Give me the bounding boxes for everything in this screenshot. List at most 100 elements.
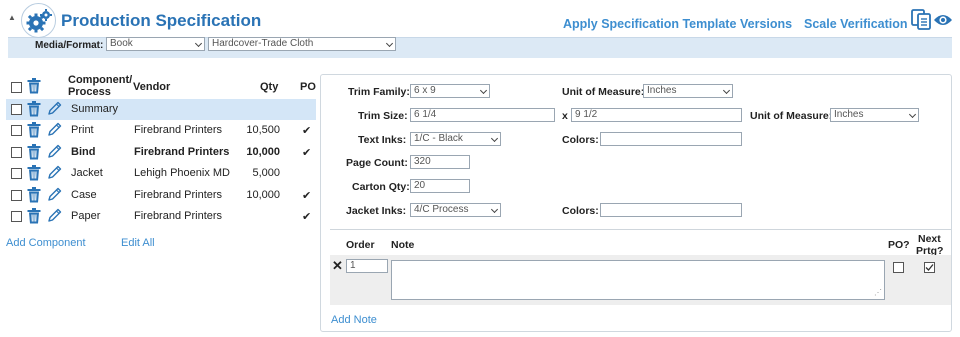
note-po-checkbox[interactable]: [893, 262, 904, 273]
pencil-icon[interactable]: [47, 122, 62, 140]
text-inks-value: 1/C - Black: [414, 133, 463, 144]
select-all-checkbox[interactable]: [11, 82, 22, 93]
pencil-icon[interactable]: [47, 101, 62, 119]
component-name[interactable]: Bind: [71, 146, 95, 158]
column-header-qty: Qty: [260, 81, 279, 93]
row-checkbox[interactable]: [11, 190, 22, 201]
column-header-vendor: Vendor: [133, 81, 171, 93]
component-name[interactable]: Paper: [71, 210, 100, 222]
page-count-label: Page Count:: [346, 157, 408, 169]
unit-of-measure-label: Unit of Measure:: [562, 86, 645, 98]
trim-family-value: 6 x 9: [414, 85, 436, 96]
component-qty: 10,000: [246, 146, 280, 158]
pencil-icon[interactable]: [47, 187, 62, 205]
format-select[interactable]: Hardcover-Trade Cloth: [208, 37, 396, 51]
gears-icon: [21, 3, 56, 38]
po-checkmark-icon: ✔: [302, 147, 312, 159]
add-note-link[interactable]: Add Note: [331, 314, 377, 326]
text-inks-label: Text Inks:: [358, 134, 407, 146]
pencil-icon[interactable]: [47, 165, 62, 183]
chevron-down-icon: [479, 86, 488, 95]
unit-of-measure-2-value: Inches: [834, 109, 864, 120]
media-select[interactable]: Book: [106, 37, 205, 51]
trim-width-input[interactable]: 6 1/4: [410, 108, 555, 122]
copy-document-icon[interactable]: [911, 9, 933, 34]
scale-verification-link[interactable]: Scale Verification: [804, 17, 908, 31]
trash-icon[interactable]: [27, 144, 41, 163]
row-checkbox[interactable]: [11, 125, 22, 136]
component-name[interactable]: Summary: [71, 103, 118, 115]
jacket-inks-value: 4/C Process: [414, 204, 469, 215]
trim-size-label: Trim Size:: [358, 110, 408, 122]
carton-qty-label: Carton Qty:: [352, 181, 410, 193]
eye-icon[interactable]: [933, 13, 953, 30]
trash-icon[interactable]: [27, 187, 41, 206]
chevron-down-icon: [490, 205, 499, 214]
jacket-inks-label: Jacket Inks:: [346, 205, 407, 217]
pencil-icon[interactable]: [47, 144, 62, 162]
collapse-toggle-icon[interactable]: ▲: [8, 13, 16, 22]
chevron-down-icon: [908, 110, 917, 119]
jacket-colors-label: Colors:: [562, 205, 599, 217]
component-qty: 5,000: [252, 167, 280, 179]
row-checkbox[interactable]: [11, 147, 22, 158]
note-textarea[interactable]: ⋰: [391, 260, 885, 300]
media-format-label: Media/Format:: [35, 40, 104, 51]
component-qty: 10,000: [246, 189, 280, 201]
trash-icon[interactable]: [27, 208, 41, 227]
unit-of-measure-2-select[interactable]: Inches: [830, 108, 919, 122]
note-next-prtg-checkbox[interactable]: [924, 262, 935, 273]
vendor-name: Lehigh Phoenix MD: [134, 167, 231, 179]
trim-height-input[interactable]: 9 1/2: [571, 108, 742, 122]
column-header-po: PO: [300, 81, 316, 93]
delete-note-icon[interactable]: ✕: [332, 258, 343, 274]
po-checkmark-icon: ✔: [302, 190, 312, 202]
resize-handle-icon[interactable]: ⋰: [874, 289, 882, 297]
checkmark-icon: [925, 264, 934, 271]
vendor-name: Firebrand Printers: [134, 146, 230, 158]
trim-family-label: Trim Family:: [348, 86, 410, 98]
component-name[interactable]: Jacket: [71, 167, 103, 179]
component-qty: 10,500: [246, 124, 280, 136]
trash-icon[interactable]: [27, 122, 41, 141]
chevron-down-icon: [385, 39, 394, 48]
po-checkmark-icon: ✔: [302, 211, 312, 223]
text-colors-input[interactable]: [600, 132, 742, 146]
vendor-name: Firebrand Printers: [134, 189, 223, 201]
format-select-value: Hardcover-Trade Cloth: [212, 38, 314, 49]
note-order-input[interactable]: 1: [346, 259, 388, 273]
notes-divider: [330, 229, 951, 230]
carton-qty-input[interactable]: 20: [410, 179, 470, 193]
row-checkbox[interactable]: [11, 211, 22, 222]
notes-column-po: PO?: [888, 239, 910, 251]
trash-icon[interactable]: [27, 101, 41, 120]
media-select-value: Book: [110, 38, 133, 49]
trash-icon[interactable]: [27, 165, 41, 184]
page-count-input[interactable]: 320: [410, 155, 470, 169]
versions-link[interactable]: Versions: [740, 17, 792, 31]
component-name[interactable]: Case: [71, 189, 97, 201]
unit-of-measure-value: Inches: [647, 85, 677, 96]
row-checkbox[interactable]: [11, 168, 22, 179]
jacket-inks-select[interactable]: 4/C Process: [410, 203, 501, 217]
apply-template-link[interactable]: Apply Specification Template: [563, 17, 736, 31]
chevron-down-icon: [194, 39, 203, 48]
page-title: Production Specification: [61, 11, 262, 30]
delete-all-trash-icon[interactable]: [27, 78, 41, 97]
vendor-name: Firebrand Printers: [134, 124, 223, 136]
jacket-colors-input[interactable]: [600, 203, 742, 217]
notes-column-order: Order: [346, 239, 375, 251]
pencil-icon[interactable]: [47, 208, 62, 226]
notes-column-note: Note: [391, 239, 415, 251]
po-checkmark-icon: ✔: [302, 125, 312, 137]
row-checkbox[interactable]: [11, 104, 22, 115]
chevron-down-icon: [490, 134, 499, 143]
trim-family-select[interactable]: 6 x 9: [410, 84, 490, 98]
text-inks-select[interactable]: 1/C - Black: [410, 132, 501, 146]
edit-all-link[interactable]: Edit All: [121, 237, 155, 249]
component-name[interactable]: Print: [71, 124, 94, 136]
unit-of-measure-select[interactable]: Inches: [643, 84, 733, 98]
column-header-component-process: Component/ Process: [68, 74, 133, 98]
notes-column-next-prtg-1: Next: [918, 233, 941, 245]
add-component-link[interactable]: Add Component: [6, 237, 86, 249]
